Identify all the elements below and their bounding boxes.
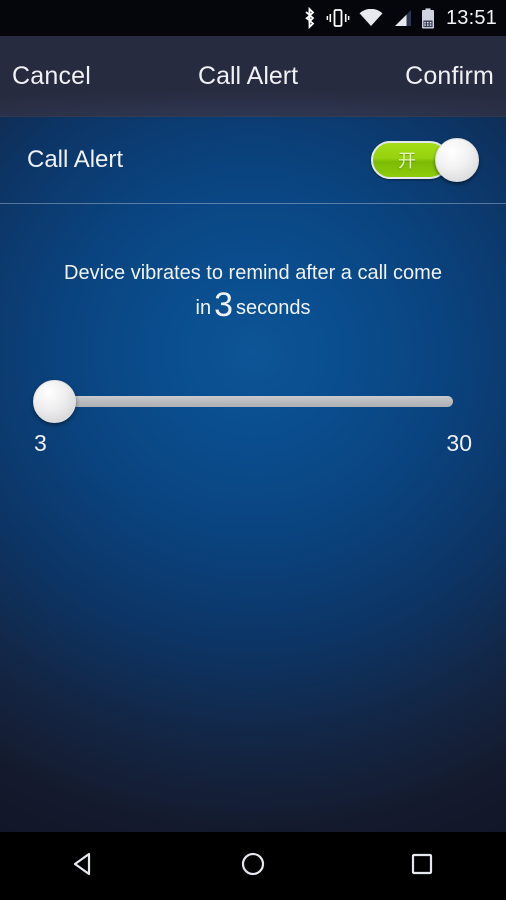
page-title: Call Alert bbox=[198, 62, 299, 90]
status-bar: 13:51 bbox=[0, 0, 506, 36]
wifi-icon bbox=[359, 9, 383, 27]
confirm-button[interactable]: Confirm bbox=[405, 62, 494, 91]
home-circle-icon bbox=[238, 849, 268, 884]
call-alert-row[interactable]: Call Alert 开 bbox=[0, 117, 506, 203]
call-alert-label: Call Alert bbox=[27, 146, 124, 173]
recents-square-icon bbox=[407, 849, 437, 884]
app-header: Cancel Call Alert Confirm bbox=[0, 36, 506, 117]
toggle-knob[interactable] bbox=[435, 138, 479, 182]
slider-max-label: 30 bbox=[446, 430, 472, 456]
recents-button[interactable] bbox=[362, 832, 482, 900]
row-divider bbox=[0, 203, 506, 204]
battery-icon bbox=[421, 7, 435, 29]
back-button[interactable] bbox=[24, 832, 144, 900]
slider-track[interactable] bbox=[55, 396, 453, 407]
status-clock: 13:51 bbox=[445, 6, 497, 29]
signal-icon bbox=[392, 9, 412, 27]
call-alert-toggle[interactable]: 开 bbox=[371, 138, 479, 182]
back-triangle-icon bbox=[69, 849, 99, 884]
slider-min-label: 3 bbox=[34, 430, 47, 456]
vibrate-icon bbox=[326, 8, 350, 28]
phone-screen: 13:51 Cancel Call Alert Confirm Call Ale… bbox=[0, 0, 506, 900]
slider-thumb[interactable] bbox=[33, 380, 76, 423]
bluetooth-icon bbox=[302, 7, 317, 29]
description-text: Device vibrates to remind after a call c… bbox=[0, 261, 506, 326]
description-value: 3 bbox=[214, 286, 233, 324]
cancel-button[interactable]: Cancel bbox=[12, 62, 91, 91]
home-button[interactable] bbox=[193, 832, 313, 900]
description-suffix: seconds bbox=[236, 297, 311, 319]
toggle-state-label: 开 bbox=[398, 151, 416, 171]
delay-slider[interactable]: 3 30 bbox=[0, 372, 506, 482]
android-nav-bar bbox=[0, 832, 506, 900]
content-area: Call Alert 开 Device vibrates to remind a… bbox=[0, 117, 506, 832]
